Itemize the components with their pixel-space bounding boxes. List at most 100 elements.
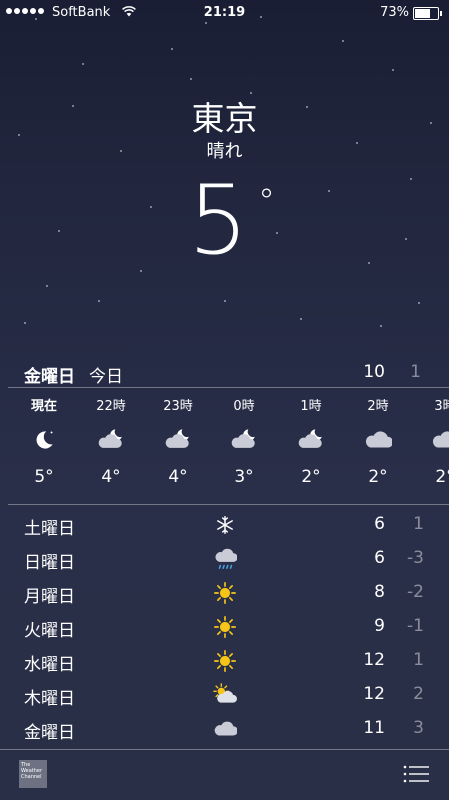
hour-temperature: 2° (301, 467, 321, 487)
today-high: 10 (363, 362, 385, 382)
battery-percent: 73% (380, 5, 409, 20)
star (171, 48, 173, 50)
sun-icon (210, 648, 240, 674)
city-name: 東京 (191, 99, 258, 138)
star (300, 318, 302, 320)
cloud-moon-icon (81, 419, 141, 461)
star (58, 230, 60, 232)
partly-cloudy-icon (210, 682, 240, 708)
hourly-item: 22時 4° (81, 388, 141, 487)
day-name: 火曜日 (24, 621, 75, 641)
weather-channel-logo[interactable]: The Weather Channel (19, 760, 47, 788)
star (82, 63, 84, 65)
snow-icon (210, 512, 240, 538)
star (405, 238, 407, 240)
daily-row: 月曜日 8 -2 (0, 576, 449, 610)
day-low: -1 (407, 616, 424, 636)
day-high: 8 (374, 582, 385, 602)
day-name: 木曜日 (24, 689, 75, 709)
star (392, 69, 394, 71)
hour-label: 現在 (30, 399, 57, 414)
star (328, 190, 330, 192)
degree-symbol: ° (258, 182, 275, 222)
cloud-moon-icon (214, 419, 274, 461)
hour-label: 1時 (300, 399, 322, 414)
day-high: 11 (363, 718, 385, 738)
hourly-forecast[interactable]: 現在 5° 22時 4° 23時 4° 0時 3° 1時 2° 2時 2° 3時 2° (0, 388, 449, 504)
day-name: 水曜日 (24, 655, 75, 675)
day-low: 3 (413, 718, 424, 738)
day-low: 1 (413, 650, 424, 670)
day-low: 1 (413, 514, 424, 534)
star (190, 78, 192, 80)
hour-label: 23時 (163, 399, 193, 414)
sun-icon (210, 614, 240, 640)
hour-label: 0時 (233, 399, 255, 414)
hour-label: 3時 (434, 399, 449, 414)
day-high: 6 (374, 514, 385, 534)
hour-temperature: 4° (168, 467, 188, 487)
day-high: 6 (374, 548, 385, 568)
star (368, 262, 370, 264)
daily-row: 日曜日 6 -3 (0, 542, 449, 576)
day-low: -2 (407, 582, 424, 602)
hour-temperature: 5° (34, 467, 54, 487)
star (342, 40, 344, 42)
hour-temperature: 3° (234, 467, 254, 487)
today-label: 今日 (89, 367, 123, 387)
daily-row: 木曜日 12 2 (0, 678, 449, 712)
star (410, 178, 412, 180)
cloud-icon (210, 716, 240, 742)
list-icon[interactable] (403, 764, 429, 784)
battery-icon (413, 7, 442, 20)
star (140, 270, 142, 272)
divider (8, 504, 449, 505)
star (418, 302, 420, 304)
day-name: 日曜日 (24, 553, 75, 573)
day-high: 12 (363, 650, 385, 670)
today-day: 金曜日 (24, 367, 75, 387)
hourly-item: 3時 2° (415, 388, 449, 487)
hour-label: 2時 (367, 399, 389, 414)
cloud-icon (348, 419, 408, 461)
star (380, 325, 382, 327)
daily-row: 金曜日 11 3 (0, 712, 449, 746)
hour-temperature: 2° (368, 467, 388, 487)
daily-row: 水曜日 12 1 (0, 644, 449, 678)
hourly-item: 23時 4° (148, 388, 208, 487)
day-name: 土曜日 (24, 519, 75, 539)
day-name: 金曜日 (24, 723, 75, 743)
moon-icon (14, 419, 74, 461)
star (150, 206, 152, 208)
day-low: 2 (413, 684, 424, 704)
hour-temperature: 4° (101, 467, 121, 487)
cloud-moon-icon (281, 419, 341, 461)
hour-temperature: 2° (435, 467, 449, 487)
star (24, 322, 26, 324)
hourly-item: 2時 2° (348, 388, 408, 487)
hourly-item: 現在 5° (14, 388, 74, 487)
day-low: -3 (407, 548, 424, 568)
cloud-moon-icon (148, 419, 208, 461)
sun-icon (210, 580, 240, 606)
hourly-item: 1時 2° (281, 388, 341, 487)
hourly-item: 0時 3° (214, 388, 274, 487)
daily-row: 火曜日 9 -1 (0, 610, 449, 644)
day-high: 9 (374, 616, 385, 636)
today-summary-row: 金曜日 今日 10 1 (0, 355, 449, 387)
star (224, 300, 226, 302)
cloud-icon (415, 419, 449, 461)
star (46, 285, 48, 287)
status-bar: SoftBank 21:19 73% (0, 0, 449, 26)
today-low: 1 (410, 362, 421, 382)
rain-cloud-icon (210, 546, 240, 572)
star (98, 300, 100, 302)
day-name: 月曜日 (24, 587, 75, 607)
daily-row: 土曜日 6 1 (0, 508, 449, 542)
current-condition: 晴れ (206, 141, 243, 162)
bottom-toolbar: The Weather Channel (0, 749, 449, 800)
daily-forecast[interactable]: 土曜日 6 1 日曜日 6 -3 月曜日 8 -2 火曜日 9 -1 水曜日 12 1 木曜日 12 2 金曜日 11… (0, 508, 449, 746)
logo-text: The Weather Channel (21, 762, 43, 780)
hour-label: 22時 (96, 399, 126, 414)
day-high: 12 (363, 684, 385, 704)
